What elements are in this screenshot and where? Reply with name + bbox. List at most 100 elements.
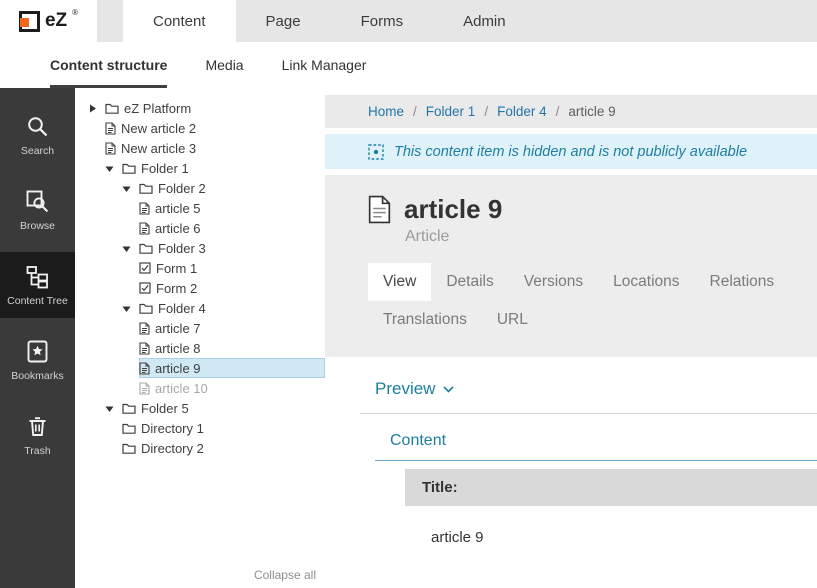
tree-item[interactable]: New article 3 [75,138,325,158]
article-type-icon [368,195,391,224]
caret-right-icon[interactable] [88,104,100,113]
sidebar-item-content-tree[interactable]: Content Tree [0,252,75,318]
content-tree: eZ Platform New article 2 New article 3 Fol… [75,98,325,458]
article-icon [139,342,150,355]
breadcrumb-link[interactable]: Folder 4 [497,104,547,119]
tree-item[interactable]: Folder 4 [75,298,325,318]
tree-item[interactable]: article 5 [75,198,325,218]
tree-item[interactable]: article 10 [75,378,325,398]
tree-item[interactable]: Folder 2 [75,178,325,198]
article-icon [139,222,150,235]
content-section-label: Content [390,432,446,449]
tree-item-label: Folder 4 [158,301,206,316]
caret-down-icon[interactable] [122,184,134,193]
tab-versions[interactable]: Versions [509,263,598,301]
tree-item-label: Form 2 [156,281,197,296]
tree-item[interactable]: New article 2 [75,118,325,138]
article-icon [139,322,150,335]
content-header: article 9 Article ViewDetailsVersionsLoc… [325,175,817,357]
tree-item-label: Form 1 [156,261,197,276]
caret-down-icon[interactable] [105,164,117,173]
article-icon [139,382,150,395]
tree-item[interactable]: Form 2 [75,278,325,298]
fields-table: Title: article 9 [405,469,817,568]
sidebar-item-bookmarks[interactable]: Bookmarks [0,327,75,393]
tree-item[interactable]: article 7 [75,318,325,338]
sidebar-item-search[interactable]: Search [0,102,75,168]
page-title: article 9 [404,194,502,225]
tree-item[interactable]: article 6 [75,218,325,238]
tree-item[interactable]: article 9 [75,358,325,378]
tab-view[interactable]: View [368,263,431,301]
content-section-header: Content [375,414,817,461]
breadcrumb-current: article 9 [568,104,615,119]
tab-details[interactable]: Details [431,263,508,301]
sidebar-item-label: Bookmarks [11,370,64,382]
tree-item[interactable]: eZ Platform [75,98,325,118]
folder-icon [139,182,153,194]
top-tab-content[interactable]: Content [123,0,236,42]
collapse-all-button[interactable]: Collapse all [254,568,316,582]
chevron-down-icon [443,386,454,393]
secondary-tab-link-manager[interactable]: Link Manager [282,42,367,88]
tab-translations[interactable]: Translations [368,301,482,339]
tree-item-label: article 5 [155,201,201,216]
tab-locations[interactable]: Locations [598,263,694,301]
directory-icon [122,442,136,454]
field-header-title: Title: [405,469,817,506]
top-navigation: eZ ® ContentPageFormsAdmin [0,0,817,42]
top-tab-page[interactable]: Page [236,0,331,42]
breadcrumb-separator: / [484,104,488,119]
tree-item[interactable]: article 8 [75,338,325,358]
preview-section: Preview [360,357,817,414]
main-content: Home/Folder 1/Folder 4/article 9 This co… [325,88,817,588]
article-icon [105,142,116,155]
tree-item-label: article 9 [155,361,201,376]
sidebar-item-label: Search [21,145,54,157]
top-tab-forms[interactable]: Forms [331,0,434,42]
ez-logo-text: eZ [45,10,67,32]
tree-item[interactable]: Folder 5 [75,398,325,418]
tree-item-label: article 8 [155,341,201,356]
sidebar-item-trash[interactable]: Trash [0,402,75,468]
ez-platform-admin: eZ ® ContentPageFormsAdmin Content struc… [0,0,817,588]
content-type-label: Article [405,228,817,246]
secondary-tab-media[interactable]: Media [205,42,243,88]
tree-item-label: Folder 1 [141,161,189,176]
tree-item[interactable]: Directory 1 [75,418,325,438]
form-icon [139,282,151,294]
tree-item[interactable]: Form 1 [75,258,325,278]
caret-down-icon[interactable] [122,304,134,313]
ez-logo-icon [19,11,40,32]
article-icon [139,202,150,215]
secondary-tab-content-structure[interactable]: Content structure [50,42,167,88]
breadcrumb-link[interactable]: Home [368,104,404,119]
directory-icon [122,422,136,434]
breadcrumb-link[interactable]: Folder 1 [426,104,476,119]
tab-relations[interactable]: Relations [695,263,790,301]
folder-icon [122,402,136,414]
tab-url[interactable]: URL [482,301,543,339]
hidden-icon [368,144,384,160]
title-row: article 9 [368,194,817,225]
hidden-alert-text: This content item is hidden and is not p… [394,144,747,160]
top-tab-admin[interactable]: Admin [433,0,536,42]
ez-logo-orange-square [20,18,29,27]
tree-item-label: New article 3 [121,141,196,156]
left-icon-sidebar: Search Browse Content Tree Bookmarks Trash [0,88,75,588]
caret-down-icon[interactable] [105,404,117,413]
registered-mark: ® [72,8,78,17]
tree-item[interactable]: Folder 3 [75,238,325,258]
tree-item-label: New article 2 [121,121,196,136]
sidebar-item-browse[interactable]: Browse [0,177,75,243]
ez-logo[interactable]: eZ ® [0,0,97,42]
search-icon [25,113,50,139]
tree-item[interactable]: Folder 1 [75,158,325,178]
tree-item-label: eZ Platform [124,101,191,116]
content-tree-icon [25,263,50,289]
tree-item[interactable]: Directory 2 [75,438,325,458]
trash-icon [25,413,50,439]
primary-tabs: ContentPageFormsAdmin [123,0,536,42]
preview-toggle[interactable]: Preview [375,379,454,399]
caret-down-icon[interactable] [122,244,134,253]
